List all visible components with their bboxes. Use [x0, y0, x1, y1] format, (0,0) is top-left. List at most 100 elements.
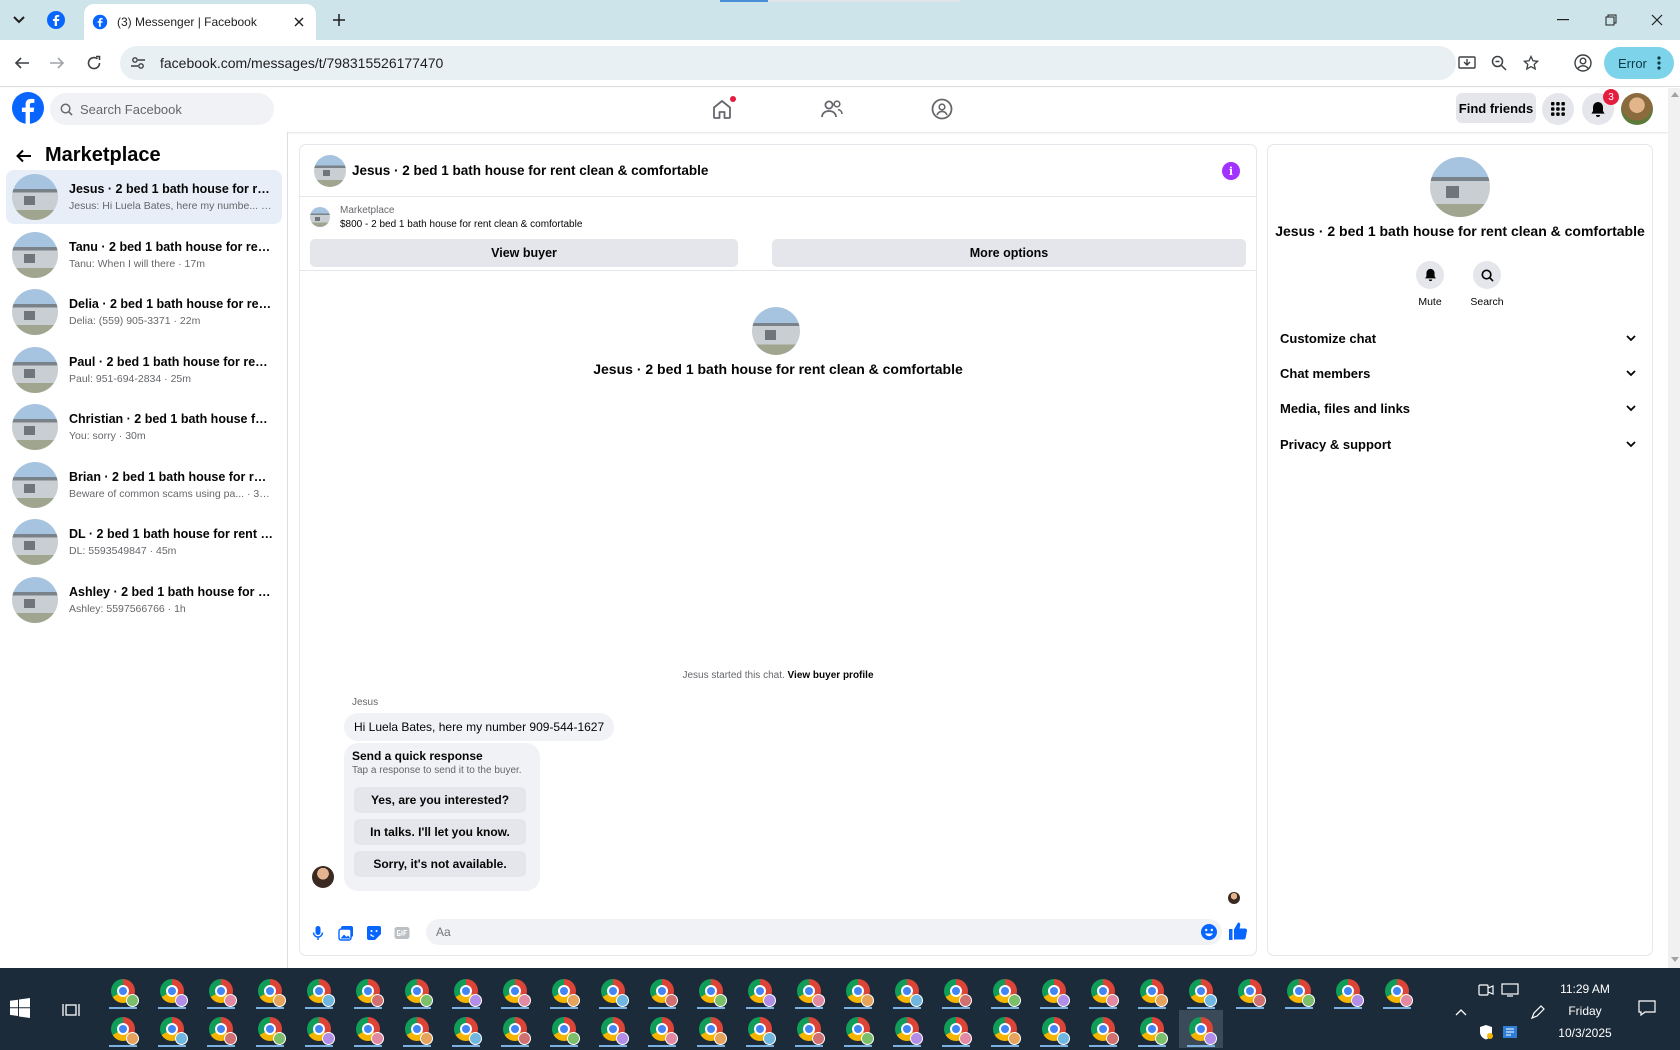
taskbar-chrome-window[interactable]: [248, 1010, 292, 1048]
notifications-button[interactable]: 3: [1582, 89, 1619, 125]
mute-button[interactable]: [1416, 261, 1444, 289]
taskbar-chrome-window[interactable]: [395, 972, 439, 1010]
taskbar-chrome-window[interactable]: [738, 1010, 782, 1048]
taskbar-chrome-window[interactable]: [1375, 972, 1419, 1010]
taskbar-chrome-window[interactable]: [1032, 972, 1076, 1010]
info-icon[interactable]: i: [1222, 162, 1240, 180]
taskbar-chrome-window[interactable]: [150, 1010, 194, 1048]
taskbar-chrome-window[interactable]: [591, 1010, 635, 1048]
chat-thumbnail[interactable]: [314, 154, 346, 187]
address-bar[interactable]: facebook.com/messages/t/798315526177470: [120, 46, 1539, 80]
scroll-up-arrow[interactable]: [1671, 92, 1679, 97]
quick-response-option[interactable]: Yes, are you interested?: [354, 787, 526, 813]
tab-messenger[interactable]: (3) Messenger | Facebook: [84, 4, 316, 40]
conversation-item[interactable]: Tanu · 2 bed 1 bath house for rent ... Ta…: [6, 228, 282, 282]
taskbar-chrome-window[interactable]: [248, 972, 292, 1010]
facebook-home-logo[interactable]: [12, 92, 44, 124]
emoji-icon[interactable]: [1200, 923, 1218, 941]
taskbar-chrome-window[interactable]: [542, 972, 586, 1010]
chat-title[interactable]: Jesus · 2 bed 1 bath house for rent clea…: [352, 163, 708, 178]
taskbar-chrome-window[interactable]: [591, 972, 635, 1010]
taskbar-chrome-window[interactable]: [101, 972, 145, 1010]
conversation-item[interactable]: Delia · 2 bed 1 bath house for rent ... D…: [6, 285, 282, 339]
taskbar-chrome-window[interactable]: [983, 972, 1027, 1010]
taskbar-chrome-window[interactable]: [199, 972, 243, 1010]
message-input[interactable]: [436, 925, 1176, 939]
search-action[interactable]: Search: [1463, 261, 1511, 308]
chevron-up-icon[interactable]: [1451, 1002, 1471, 1022]
taskbar-chrome-window[interactable]: [346, 972, 390, 1010]
security-shield-icon[interactable]: [1476, 1022, 1496, 1042]
taskbar-chrome-window[interactable]: [1032, 1010, 1076, 1048]
taskbar-chrome-window[interactable]: [885, 972, 929, 1010]
taskbar-chrome-window[interactable]: [493, 972, 537, 1010]
facebook-search-input[interactable]: Search Facebook: [50, 93, 274, 125]
nav-home[interactable]: [706, 94, 738, 124]
pinned-facebook-tab[interactable]: [46, 10, 66, 30]
taskbar-chrome-window[interactable]: [640, 1010, 684, 1048]
sender-avatar[interactable]: [312, 866, 334, 888]
section-customize-chat[interactable]: Customize chat: [1280, 321, 1640, 355]
taskbar-chrome-window[interactable]: [150, 972, 194, 1010]
action-center-button[interactable]: [1637, 998, 1657, 1018]
taskbar-chrome-window[interactable]: [493, 1010, 537, 1048]
back-button[interactable]: [9, 50, 35, 76]
taskbar-chrome-window[interactable]: [297, 1010, 341, 1048]
taskbar-chrome-window[interactable]: [787, 972, 831, 1010]
menu-button[interactable]: [1542, 93, 1574, 125]
quick-response-option[interactable]: In talks. I'll let you know.: [354, 819, 526, 845]
account-avatar[interactable]: [1621, 93, 1653, 125]
forward-button[interactable]: [44, 50, 70, 76]
tab-search-button[interactable]: [6, 8, 32, 32]
search-in-chat-button[interactable]: [1473, 261, 1501, 289]
taskbar-chrome-window[interactable]: [1228, 972, 1272, 1010]
taskbar-chrome-window[interactable]: [1130, 1010, 1174, 1048]
taskbar-chrome-window[interactable]: [199, 1010, 243, 1048]
arrow-left-icon[interactable]: [16, 149, 32, 163]
start-button[interactable]: [10, 998, 38, 1022]
section-chat-members[interactable]: Chat members: [1280, 356, 1640, 390]
conversation-item[interactable]: Jesus · 2 bed 1 bath house for rent ... J…: [6, 170, 282, 224]
taskbar-chrome-window[interactable]: [787, 1010, 831, 1048]
taskbar-chrome-window[interactable]: [297, 972, 341, 1010]
system-clock[interactable]: 11:29 AM Friday 10/3/2025: [1540, 978, 1630, 1044]
nav-friends[interactable]: [816, 94, 848, 124]
zoom-button[interactable]: [1488, 53, 1510, 73]
close-window-button[interactable]: [1634, 0, 1680, 40]
tray-app-icon[interactable]: [1500, 1022, 1520, 1042]
details-thumbnail[interactable]: [1430, 157, 1490, 217]
taskbar-chrome-window[interactable]: [689, 972, 733, 1010]
taskbar-chrome-window[interactable]: [983, 1010, 1027, 1048]
listing-thumbnail[interactable]: [310, 207, 330, 227]
taskbar-chrome-window[interactable]: [542, 1010, 586, 1048]
conversation-item[interactable]: Christian · 2 bed 1 bath house for r... Y…: [6, 400, 282, 454]
view-buyer-button[interactable]: View buyer: [310, 239, 738, 267]
site-info-icon[interactable]: [130, 55, 146, 71]
bookmark-button[interactable]: [1520, 53, 1542, 73]
tab-close-button[interactable]: [290, 13, 308, 31]
section-media-files-links[interactable]: Media, files and links: [1280, 391, 1640, 425]
view-buyer-profile-link[interactable]: View buyer profile: [788, 670, 874, 681]
reload-button[interactable]: [81, 50, 107, 76]
gif-button[interactable]: [392, 923, 412, 943]
taskbar-chrome-window[interactable]: [444, 972, 488, 1010]
conversation-item[interactable]: DL · 2 bed 1 bath house for rent cl... DL…: [6, 515, 282, 569]
taskbar-chrome-window[interactable]: [1081, 1010, 1125, 1048]
attach-photo-button[interactable]: [336, 923, 356, 943]
profile-button[interactable]: [1570, 50, 1596, 76]
message-composer[interactable]: [426, 919, 1222, 945]
minimize-button[interactable]: [1540, 0, 1586, 40]
quick-response-option[interactable]: Sorry, it's not available.: [354, 851, 526, 877]
taskbar-chrome-window[interactable]: [1277, 972, 1321, 1010]
voice-clip-button[interactable]: [308, 923, 328, 943]
taskbar-chrome-window[interactable]: [346, 1010, 390, 1048]
profile-error-button[interactable]: Error: [1604, 47, 1674, 79]
conversation-item[interactable]: Ashley · 2 bed 1 bath house for ren... As…: [6, 573, 282, 627]
meet-now-icon[interactable]: [1476, 980, 1496, 1000]
new-tab-button[interactable]: [327, 8, 351, 32]
listing-price[interactable]: $800 - 2 bed 1 bath house for rent clean…: [340, 219, 582, 230]
conversation-item[interactable]: Paul · 2 bed 1 bath house for rent ... Pa…: [6, 343, 282, 397]
install-app-button[interactable]: [1456, 53, 1478, 73]
taskbar-chrome-window[interactable]: [444, 1010, 488, 1048]
nav-groups[interactable]: [926, 94, 958, 124]
